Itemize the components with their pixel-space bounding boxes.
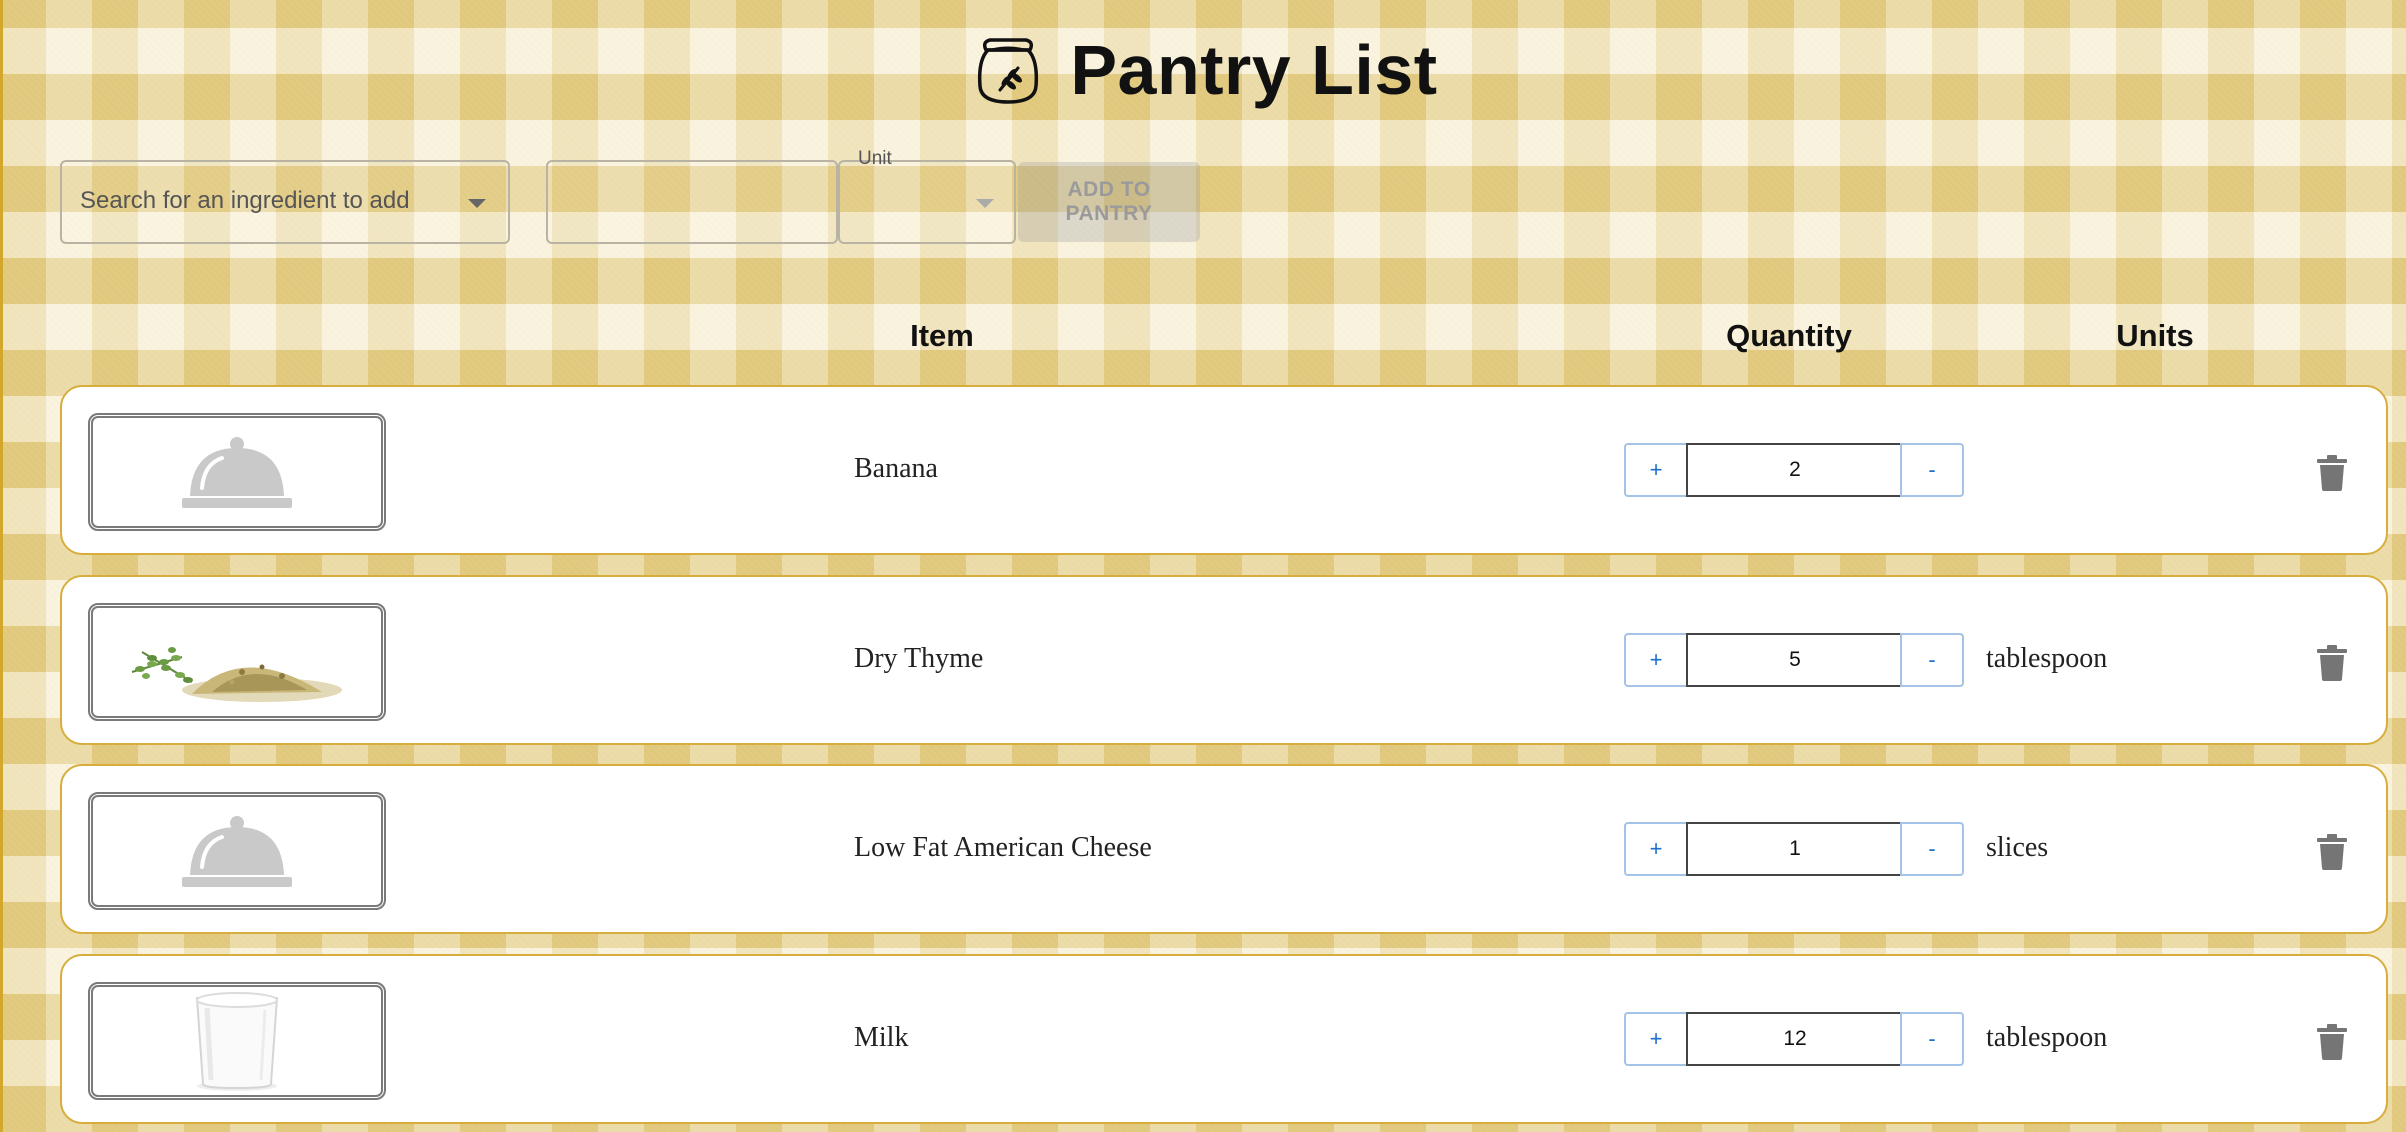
column-header-item: Item bbox=[910, 318, 974, 353]
pantry-row: Milk + - tablespoon bbox=[60, 954, 2388, 1124]
thyme-photo bbox=[131, 647, 342, 702]
page-header: Pantry List bbox=[0, 30, 2406, 110]
trash-icon[interactable] bbox=[2316, 455, 2348, 491]
increment-button[interactable]: + bbox=[1624, 633, 1688, 687]
item-unit: tablespoon bbox=[1986, 1022, 2108, 1053]
milk-glass-photo bbox=[195, 992, 279, 1091]
quantity-stepper: + - bbox=[1624, 1012, 1964, 1066]
quantity-stepper: + - bbox=[1624, 443, 1964, 497]
quantity-stepper: + - bbox=[1624, 633, 1964, 687]
increment-button[interactable]: + bbox=[1624, 822, 1688, 876]
column-header-units: Units bbox=[2116, 318, 2194, 353]
pantry-row: Low Fat American Cheese + - slices bbox=[60, 764, 2388, 934]
pantry-row: Dry Thyme + - tablespoon bbox=[60, 575, 2388, 745]
increment-button[interactable]: + bbox=[1624, 1012, 1688, 1066]
decrement-button[interactable]: - bbox=[1900, 443, 1964, 497]
ingredient-search-input[interactable]: Search for an ingredient to add bbox=[60, 160, 510, 244]
item-name: Dry Thyme bbox=[854, 643, 984, 674]
decrement-button[interactable]: - bbox=[1900, 633, 1964, 687]
increment-button[interactable]: + bbox=[1624, 443, 1688, 497]
trash-icon[interactable] bbox=[2316, 1024, 2348, 1060]
unit-field-label: Unit bbox=[858, 148, 892, 169]
quantity-stepper: + - bbox=[1624, 822, 1964, 876]
flour-sack-icon bbox=[978, 38, 1039, 104]
search-placeholder: Search for an ingredient to add bbox=[80, 187, 410, 214]
item-image bbox=[88, 792, 386, 910]
item-image bbox=[88, 413, 386, 531]
quantity-field[interactable] bbox=[1686, 443, 1904, 497]
item-name: Banana bbox=[854, 453, 938, 484]
chevron-down-icon[interactable] bbox=[468, 199, 486, 208]
item-image bbox=[88, 982, 386, 1100]
quantity-field[interactable] bbox=[1686, 633, 1904, 687]
chevron-down-icon[interactable] bbox=[976, 199, 994, 208]
trash-icon[interactable] bbox=[2316, 645, 2348, 681]
page-edge-border bbox=[0, 0, 3, 1132]
item-name: Milk bbox=[854, 1022, 909, 1053]
decrement-button[interactable]: - bbox=[1900, 822, 1964, 876]
quantity-field[interactable] bbox=[1686, 822, 1904, 876]
item-image bbox=[88, 603, 386, 721]
quantity-input[interactable] bbox=[546, 160, 838, 244]
unit-select[interactable] bbox=[838, 160, 1016, 244]
quantity-field[interactable] bbox=[1686, 1012, 1904, 1066]
placeholder-cloche-icon bbox=[182, 437, 292, 508]
item-unit: slices bbox=[1986, 832, 2049, 863]
trash-icon[interactable] bbox=[2316, 834, 2348, 870]
decrement-button[interactable]: - bbox=[1900, 1012, 1964, 1066]
item-name: Low Fat American Cheese bbox=[854, 832, 1152, 863]
column-header-quantity: Quantity bbox=[1726, 318, 1852, 353]
pantry-row: Banana + - bbox=[60, 385, 2388, 555]
page-title: Pantry List bbox=[1070, 31, 1438, 109]
add-to-pantry-button[interactable]: ADD TO PANTRY bbox=[1018, 162, 1200, 242]
placeholder-cloche-icon bbox=[182, 816, 292, 887]
item-unit: tablespoon bbox=[1986, 643, 2108, 674]
